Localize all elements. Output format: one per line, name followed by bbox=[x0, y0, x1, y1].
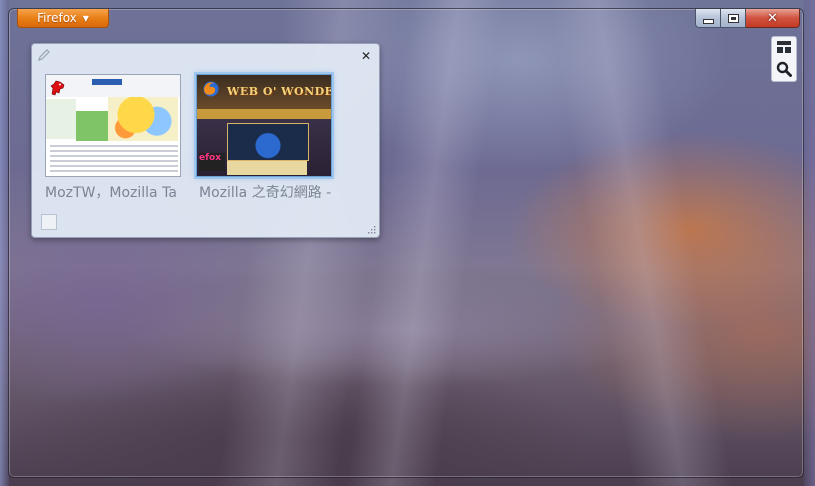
group-close-icon[interactable]: ✕ bbox=[361, 49, 371, 63]
thumbnail-side-text: efox bbox=[199, 153, 225, 171]
thumbnail-logo-text: WEB O' WONDER bbox=[227, 85, 332, 98]
pencil-icon[interactable] bbox=[37, 48, 51, 62]
resize-grip-icon[interactable] bbox=[367, 225, 376, 234]
dropdown-arrow-icon: ▼ bbox=[82, 13, 89, 23]
maximize-button[interactable] bbox=[721, 9, 746, 28]
firefox-menu-button[interactable]: Firefox ▼ bbox=[17, 9, 109, 28]
panorama-toolbar bbox=[771, 36, 797, 82]
tab-title: Mozilla 之奇幻網路 - bbox=[199, 185, 332, 201]
close-button[interactable]: ✕ bbox=[746, 9, 800, 28]
minimize-button[interactable] bbox=[695, 9, 721, 28]
firefox-icon bbox=[203, 81, 219, 97]
maximize-icon bbox=[727, 13, 739, 23]
window-controls: ✕ bbox=[695, 9, 800, 28]
new-tab-button[interactable] bbox=[41, 214, 57, 230]
moztw-dinosaur-icon bbox=[50, 80, 65, 96]
firefox-menu-label: Firefox bbox=[37, 11, 77, 25]
minimize-icon bbox=[702, 18, 714, 24]
tab-group[interactable]: ✕ MozTW，Mozilla Ta WEB O' WONDER efox Mo… bbox=[31, 43, 380, 238]
tab-title: MozTW，Mozilla Ta bbox=[45, 185, 177, 201]
window-frame-right bbox=[804, 0, 815, 486]
tab-groups-grid-icon[interactable] bbox=[777, 41, 791, 53]
search-icon[interactable] bbox=[776, 61, 792, 77]
close-icon: ✕ bbox=[767, 10, 778, 26]
